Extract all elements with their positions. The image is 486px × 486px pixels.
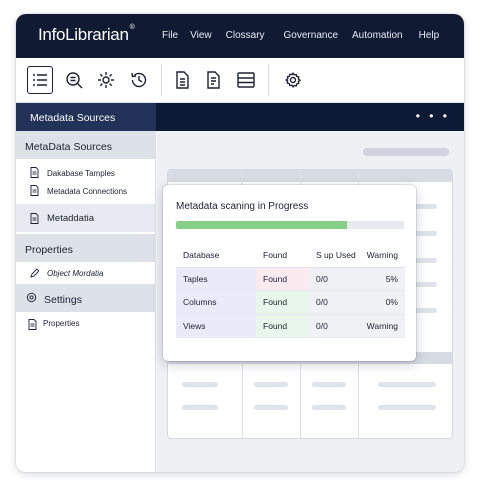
sidebar-section-label: Settings bbox=[44, 294, 82, 306]
grid-header bbox=[168, 170, 452, 182]
placeholder-bar bbox=[254, 405, 288, 410]
placeholder-bar bbox=[413, 308, 437, 313]
sidebar-item-metaddatia[interactable]: Metaddatia bbox=[16, 204, 155, 232]
gear-icon bbox=[285, 72, 302, 88]
placeholder-bar bbox=[312, 382, 346, 387]
sidebar-item-database-tables[interactable]: Dakabase Tamples bbox=[16, 164, 155, 182]
menu-help[interactable]: Help bbox=[419, 30, 440, 41]
sidebar-item-label: Object Mordatia bbox=[47, 269, 104, 278]
panel-title: Metadata Sources bbox=[16, 103, 156, 131]
table-row[interactable]: Taples Found 0/0 5% bbox=[176, 267, 405, 291]
document-lines-icon bbox=[207, 71, 220, 89]
history-button[interactable] bbox=[126, 66, 152, 94]
sidebar-item-label: Dakabase Tamples bbox=[47, 169, 115, 178]
toolbar bbox=[16, 58, 464, 103]
placeholder-bar bbox=[378, 405, 436, 410]
cell-database: Views bbox=[176, 314, 256, 338]
sidebar-item-label: Metaddatia bbox=[47, 213, 95, 224]
column-header-database: Database bbox=[176, 243, 256, 268]
cell-warning: Warning bbox=[357, 314, 405, 338]
app-name: InfoLibrarian bbox=[38, 25, 129, 44]
document-icon bbox=[176, 71, 189, 89]
document-icon bbox=[30, 167, 39, 178]
table-row[interactable]: Columns Found 0/0 0% bbox=[176, 290, 405, 315]
search-placeholder-bar[interactable] bbox=[363, 148, 449, 156]
cell-found: Found bbox=[256, 267, 309, 291]
document-icon bbox=[28, 319, 37, 330]
placeholder-bar bbox=[413, 231, 437, 236]
placeholder-bar bbox=[312, 405, 346, 410]
cell-database: Columns bbox=[176, 290, 256, 315]
cell-found: Found bbox=[256, 314, 309, 338]
scan-results-table: Database Found S up Used Warning Taples … bbox=[176, 243, 405, 338]
trademark-mark: ® bbox=[129, 24, 135, 31]
menu-file[interactable]: File bbox=[162, 30, 178, 41]
menu-glossary[interactable]: Clossary bbox=[226, 30, 265, 41]
edit-icon bbox=[30, 268, 39, 278]
history-icon bbox=[131, 72, 147, 88]
cell-sup-used: 0/0 bbox=[309, 314, 357, 338]
placeholder-bar bbox=[413, 204, 437, 209]
dialog-title: Metadata scaning in Progress bbox=[176, 201, 309, 212]
document-icon bbox=[30, 185, 39, 196]
placeholder-bar bbox=[182, 382, 218, 387]
configure-button[interactable] bbox=[93, 66, 119, 94]
column-header-warning: Warning bbox=[357, 243, 405, 268]
cell-warning: 5% bbox=[357, 267, 405, 291]
column-header-found: Found bbox=[256, 243, 309, 268]
table-header-row: Database Found S up Used Warning bbox=[176, 243, 405, 268]
cell-database: Taples bbox=[176, 267, 256, 291]
sidebar-item-object-metadata[interactable]: Object Mordatia bbox=[16, 262, 155, 284]
list-view-button[interactable] bbox=[27, 66, 53, 94]
cell-sup-used: 0/0 bbox=[309, 290, 357, 315]
table-row[interactable]: Views Found 0/0 Warning bbox=[176, 314, 405, 338]
toolbar-separator bbox=[161, 64, 162, 96]
menu-view[interactable]: View bbox=[190, 30, 212, 41]
sidebar-item-label: Metadata Connections bbox=[47, 187, 128, 196]
placeholder-bar bbox=[378, 382, 436, 387]
menu-automation[interactable]: Automation bbox=[352, 30, 403, 41]
column-header-sup-used: S up Used bbox=[309, 243, 357, 268]
document-button[interactable] bbox=[169, 66, 195, 94]
list-icon bbox=[33, 74, 47, 86]
scan-progress-bar bbox=[176, 221, 404, 229]
toolbar-separator bbox=[268, 64, 269, 96]
header-strip: Metadata Sources • • • bbox=[16, 103, 464, 131]
settings-cog-icon bbox=[98, 72, 114, 88]
sidebar-item-label: Properties bbox=[43, 319, 80, 328]
sidebar-section-settings[interactable]: Settings bbox=[16, 284, 155, 312]
layout-icon bbox=[237, 72, 255, 88]
app-logo: InfoLibrarian® bbox=[38, 24, 135, 45]
sidebar-section-metadata-sources[interactable]: MetaData Sources bbox=[16, 131, 155, 159]
placeholder-bar bbox=[182, 405, 218, 410]
cell-warning: 0% bbox=[357, 290, 405, 315]
report-button[interactable] bbox=[200, 66, 226, 94]
placeholder-bar bbox=[254, 382, 288, 387]
search-button[interactable] bbox=[61, 66, 87, 94]
sidebar: MetaData Sources Dakabase Tamples Metada… bbox=[16, 131, 156, 472]
title-bar: InfoLibrarian® File View Clossary Govern… bbox=[16, 14, 464, 58]
progress-fill bbox=[176, 221, 347, 229]
cell-found: Found bbox=[256, 290, 309, 315]
gear-icon bbox=[26, 292, 37, 303]
app-window: InfoLibrarian® File View Clossary Govern… bbox=[16, 14, 464, 472]
layout-button[interactable] bbox=[233, 66, 259, 94]
scan-progress-dialog: Metadata scaning in Progress Database Fo… bbox=[163, 185, 416, 361]
sidebar-section-properties[interactable]: Properties bbox=[16, 234, 155, 262]
cell-sup-used: 0/0 bbox=[309, 267, 357, 291]
sidebar-item-metadata-connections[interactable]: Metadata Connections bbox=[16, 182, 155, 200]
menu-governance[interactable]: Governance bbox=[284, 30, 338, 41]
sidebar-item-properties[interactable]: Properties bbox=[16, 312, 155, 334]
settings-button[interactable] bbox=[280, 66, 306, 94]
placeholder-bar bbox=[413, 258, 437, 263]
search-doc-icon bbox=[66, 72, 83, 89]
document-icon bbox=[30, 213, 39, 224]
menu-bar: File View Clossary Governance Automation… bbox=[162, 30, 439, 41]
placeholder-bar bbox=[413, 282, 437, 287]
more-options-button[interactable]: • • • bbox=[416, 109, 450, 123]
